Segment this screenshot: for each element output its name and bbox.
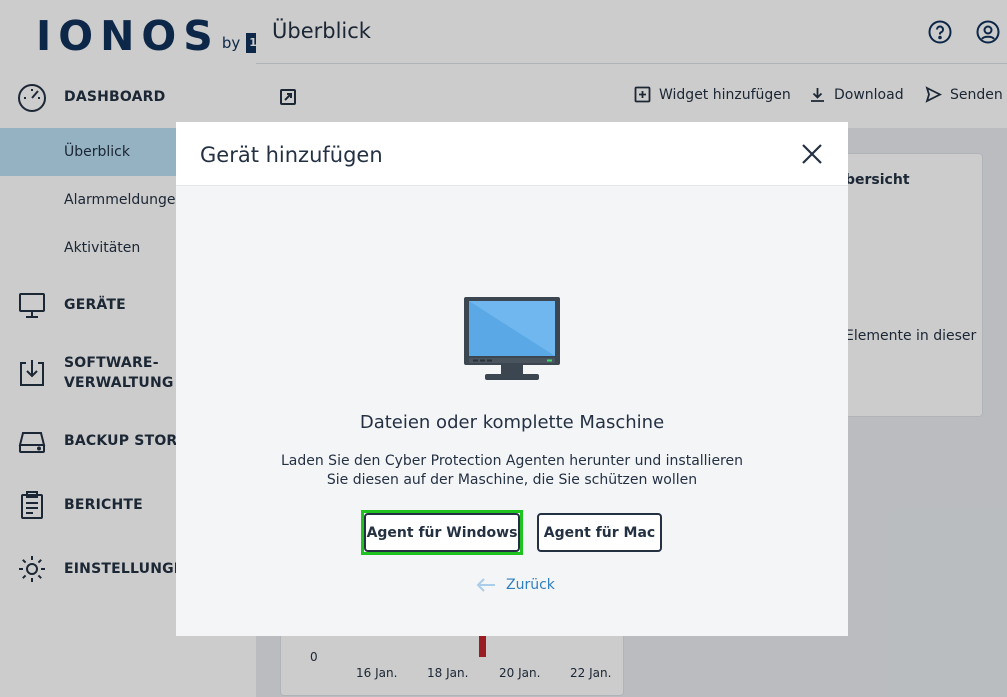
dialog-description: Laden Sie den Cyber Protection Agenten h… — [280, 453, 743, 488]
add-device-dialog: Gerät hinzufügen Dateien oder komplette … — [176, 122, 848, 636]
dialog-heading: Dateien oder komplette Maschine — [359, 412, 665, 433]
arrow-left-icon — [476, 578, 495, 592]
agent-mac-button[interactable]: Agent für Mac — [537, 513, 662, 552]
back-link[interactable]: Zurück — [476, 577, 555, 593]
dialog-header: Gerät hinzufügen — [176, 122, 848, 186]
dialog-title: Gerät hinzufügen — [200, 143, 383, 167]
agent-windows-button[interactable]: Agent für Windows — [364, 513, 520, 552]
computer-monitor-icon — [464, 297, 560, 380]
close-icon[interactable] — [800, 142, 824, 166]
back-label: Zurück — [506, 577, 555, 593]
